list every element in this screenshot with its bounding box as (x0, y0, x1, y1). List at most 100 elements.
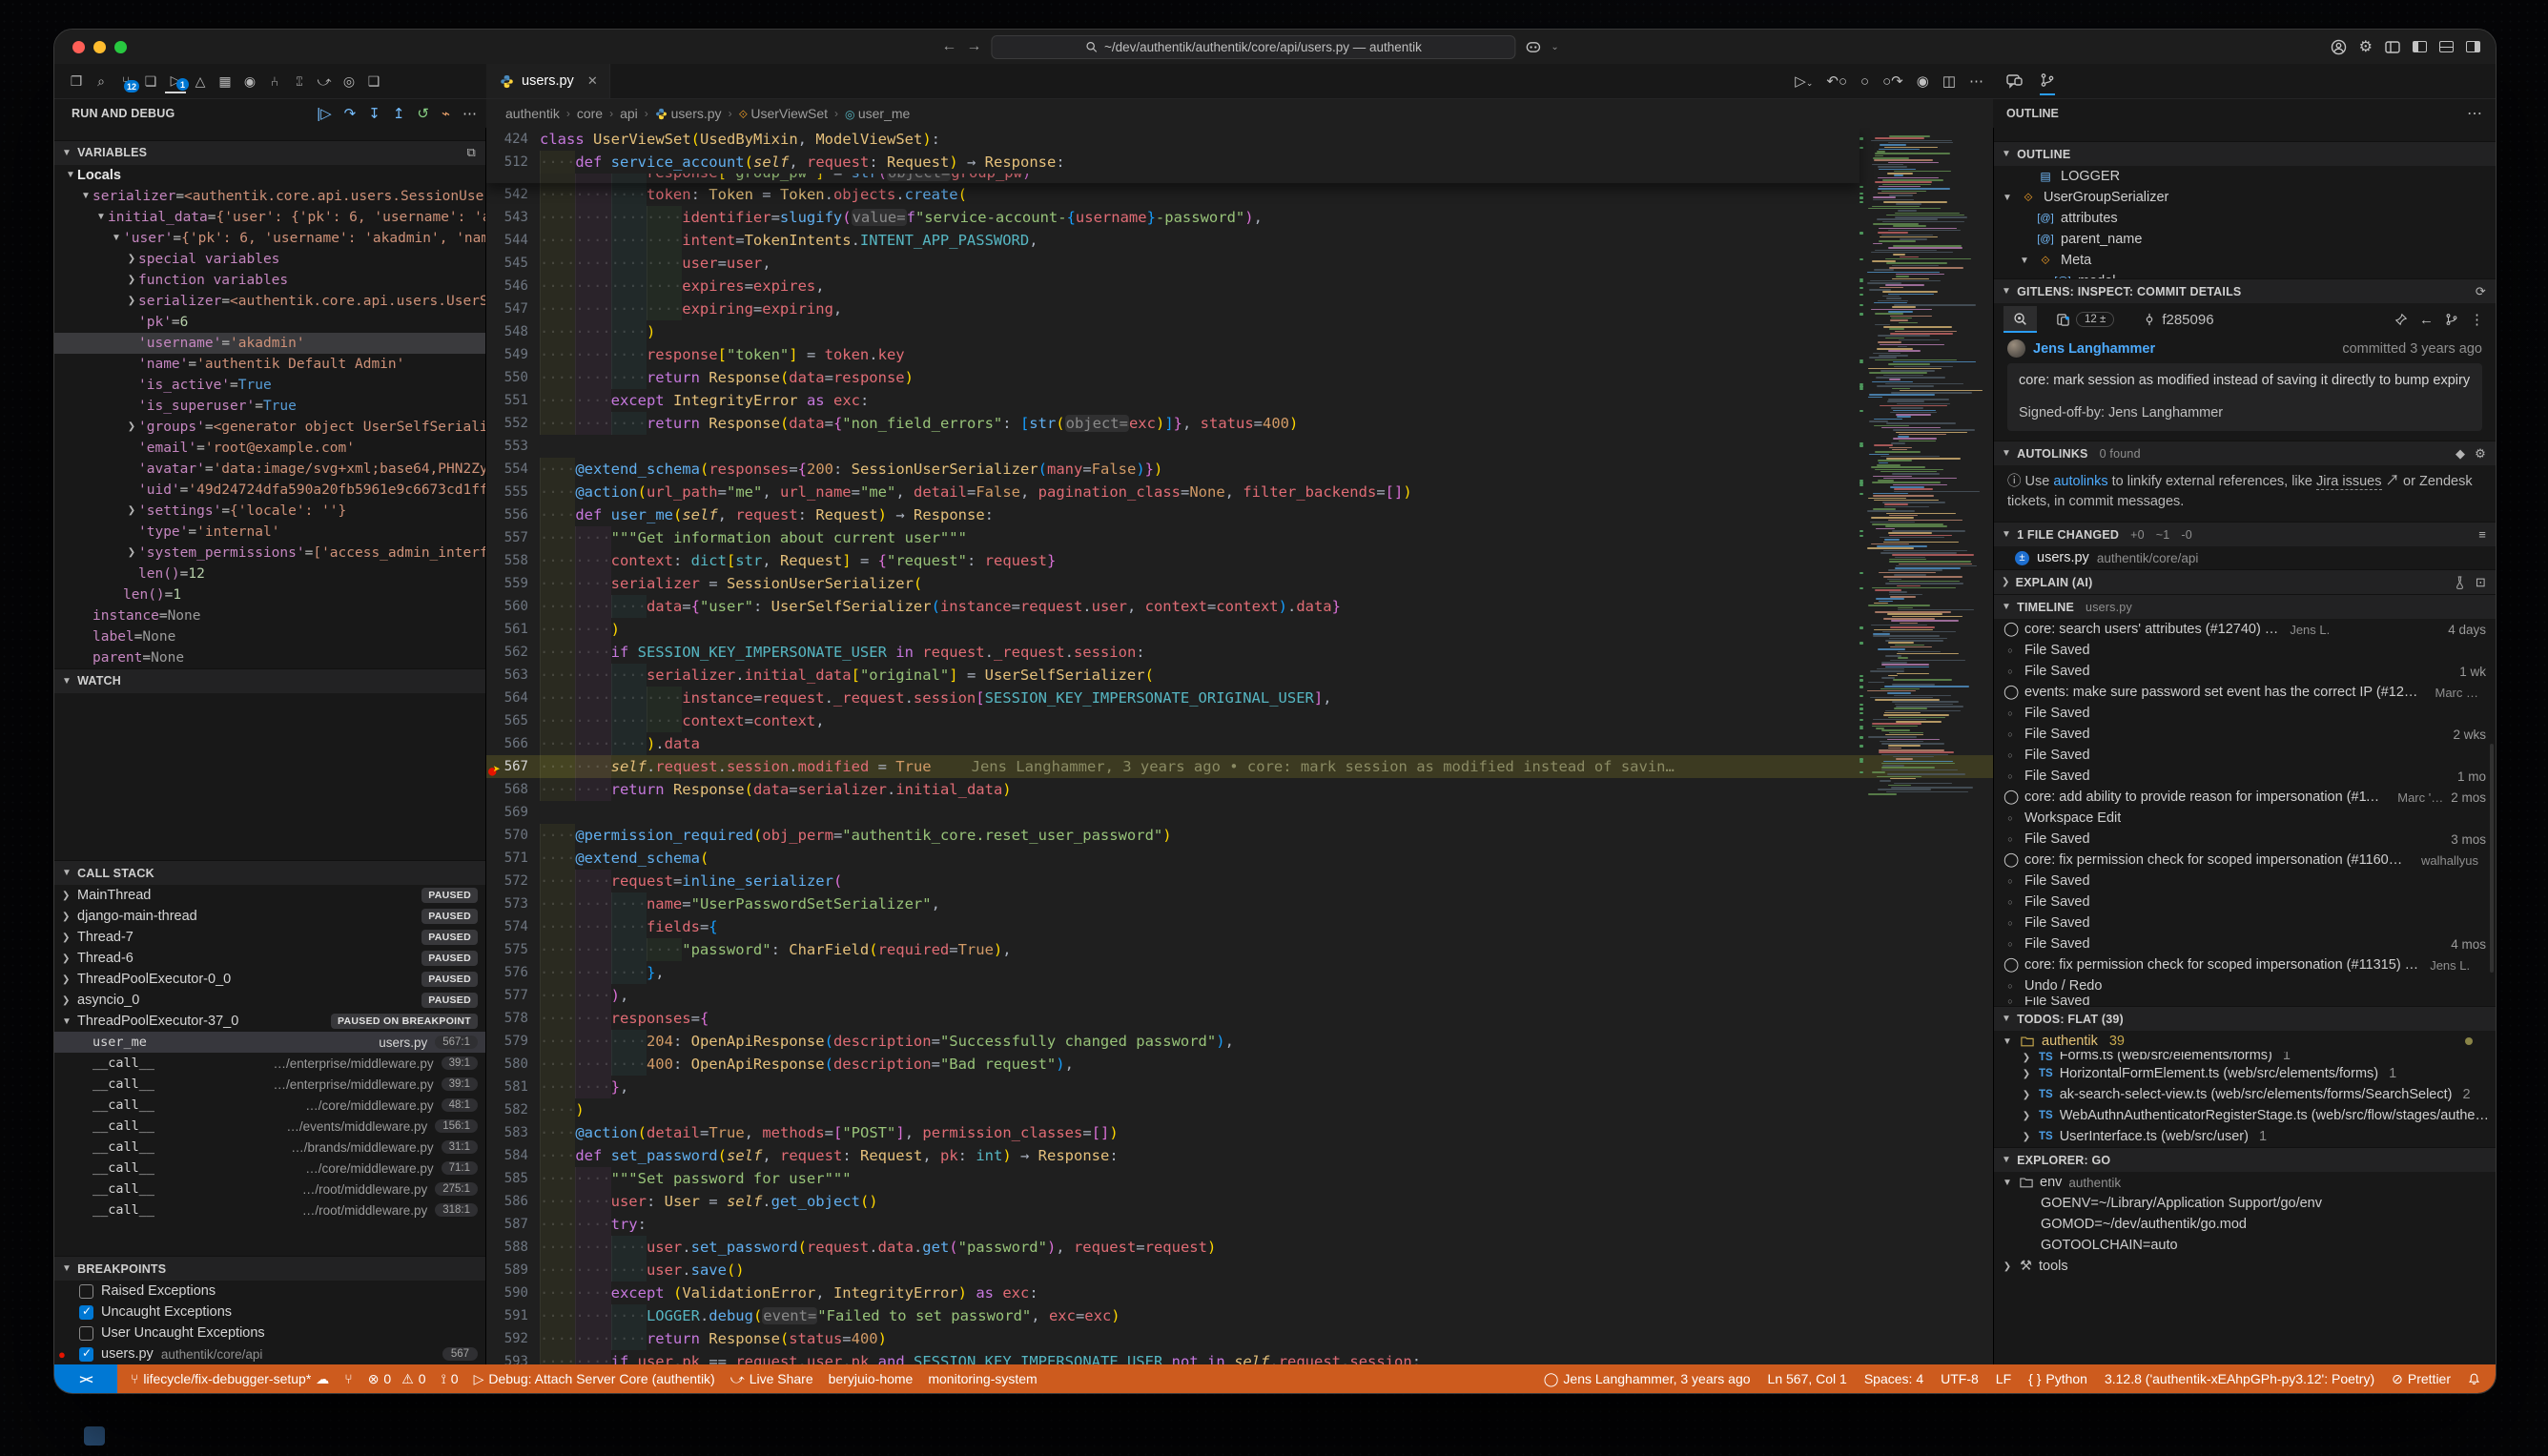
files-changed-tab[interactable]: 12 ± (2046, 306, 2124, 333)
variables-row[interactable]: ❯serializer = <authentik.core.api.users.… (54, 291, 485, 312)
view-as-list-icon[interactable]: ≡ (2478, 527, 2486, 542)
code-line[interactable]: 556····def user_me(self, request: Reques… (486, 503, 1993, 526)
code-line[interactable]: 568········return Response(data=serializ… (486, 778, 1993, 801)
code-line[interactable]: 574············fields={ (486, 915, 1993, 938)
zoom-window-button[interactable] (114, 41, 127, 53)
code-line[interactable]: 586········user: User = self.get_object(… (486, 1190, 1993, 1213)
toggle-primary-sidebar-icon[interactable] (2413, 41, 2427, 52)
breakpoint-row[interactable]: Uncaught Exceptions (54, 1302, 485, 1323)
notifications-bell-icon[interactable] (2468, 1372, 2480, 1385)
minimap[interactable] (1860, 128, 1988, 833)
outline-row[interactable]: [@]model (1994, 271, 2496, 278)
nav-forward-icon[interactable]: → (966, 38, 981, 55)
command-center-search[interactable]: ~/dev/authentik/authentik/core/api/users… (991, 35, 1515, 59)
todo-file-row[interactable]: ❯TSHorizontalFormElement.ts (web/src/ele… (1994, 1063, 2496, 1084)
code-line[interactable]: 589············user.save() (486, 1259, 1993, 1282)
code-line[interactable]: 548············) (486, 320, 1993, 343)
timeline-item[interactable]: ○File Saved (1994, 913, 2496, 933)
variables-row[interactable]: 'email' = 'root@example.com' (54, 438, 485, 459)
code-line[interactable]: 550············return Response(data=resp… (486, 366, 1993, 389)
timeline-item[interactable]: ◯core: fix permission check for scoped i… (1994, 850, 2496, 871)
live-share-icon[interactable]: ⤻ (314, 69, 335, 93)
code-line[interactable]: 424class UserViewSet(UsedByMixin, ModelV… (486, 128, 1860, 151)
callstack-frame-row[interactable]: __call__…/root/middleware.py318:1 (54, 1200, 485, 1220)
branch-icon[interactable] (2445, 313, 2458, 326)
gitlens-icon[interactable]: ⑄ (289, 69, 310, 93)
code-line[interactable]: 543················identifier=slugify(va… (486, 206, 1993, 229)
variables-row[interactable]: len() = 1 (54, 584, 485, 605)
watch-section-header[interactable]: ▼WATCH (54, 668, 485, 693)
step-back-icon[interactable]: ↶○ (1826, 72, 1847, 90)
callstack-thread-row[interactable]: ▼ThreadPoolExecutor-37_0PAUSED ON BREAKP… (54, 1011, 485, 1032)
status-item[interactable]: ⑂lifecycle/fix-debugger-setup*☁ (131, 1371, 329, 1387)
variables-row[interactable]: 'username' = 'akadmin' (54, 333, 485, 354)
breakpoint-checkbox[interactable] (79, 1305, 93, 1320)
callstack-frame-row[interactable]: __call__…/events/middleware.py156:1 (54, 1116, 485, 1137)
autolinks-gear-icon[interactable]: ⚙ (2475, 446, 2486, 461)
code-editor[interactable]: 542············token: Token = Token.obje… (486, 128, 1993, 1364)
timeline-item[interactable]: ○File Saved3 mos (1994, 829, 2496, 850)
code-line[interactable]: 572········request=inline_serializer( (486, 870, 1993, 892)
variables-row[interactable]: 'pk' = 6 (54, 312, 485, 333)
tab-users-py[interactable]: users.py ✕ (486, 64, 610, 98)
callstack-frame-row[interactable]: __call__…/core/middleware.py71:1 (54, 1158, 485, 1179)
commit-author-row[interactable]: Jens Langhammer committed 3 years ago (1994, 336, 2496, 361)
todo-file-row[interactable]: ❯TSForms.ts (web/src/elements/forms)1 (1994, 1052, 2496, 1063)
todos-root-row[interactable]: ▼authentik39 (1994, 1031, 2496, 1052)
code-line[interactable]: 571····@extend_schema( (486, 847, 1993, 870)
code-line[interactable]: 581········}, (486, 1076, 1993, 1098)
timeline-item[interactable]: ○File Saved1 wk (1994, 661, 2496, 682)
outline-row[interactable]: ▼⟐Meta (1994, 250, 2496, 271)
timeline-item[interactable]: ◯core: add ability to provide reason for… (1994, 787, 2496, 808)
timeline-item[interactable]: ○File Saved4 mos (1994, 933, 2496, 954)
timeline-item[interactable]: ◯core: search users' attributes (#12740)… (1994, 619, 2496, 640)
variables-row[interactable]: 'name' = 'authentik Default Admin' (54, 354, 485, 375)
code-line[interactable]: 583····@action(detail=True, methods=["PO… (486, 1121, 1993, 1144)
minimize-window-button[interactable] (93, 41, 106, 53)
timeline-item[interactable]: ○File Saved (1994, 996, 2496, 1006)
breadcrumb-item[interactable]: users.py (655, 106, 722, 121)
code-line[interactable]: 542············token: Token = Token.obje… (486, 183, 1993, 206)
status-item[interactable]: Spaces: 4 (1864, 1371, 1923, 1386)
code-line[interactable]: 585········"""Set password for user""" (486, 1167, 1993, 1190)
code-line[interactable]: 545················user=user, (486, 252, 1993, 275)
variables-row[interactable]: ❯function variables (54, 270, 485, 291)
code-line[interactable]: 544················intent=TokenIntents.I… (486, 229, 1993, 252)
panel-more-icon[interactable]: ⋯ (2467, 104, 2482, 123)
toggle-secondary-sidebar-icon[interactable] (2466, 41, 2480, 52)
variables-row[interactable]: 'uid' = '49d24724dfa590a20fb5961e9c6673c… (54, 480, 485, 501)
code-line[interactable]: 582····) (486, 1098, 1993, 1121)
step-forward-icon[interactable]: ○↷ (1882, 72, 1903, 90)
code-line[interactable]: 559········serializer = SessionUserSeria… (486, 572, 1993, 595)
timeline-item[interactable]: ○File Saved (1994, 892, 2496, 913)
status-item[interactable]: ⊗0⚠0 (368, 1371, 426, 1387)
status-item[interactable]: ▷Debug: Attach Server Core (authentik) (474, 1371, 715, 1387)
code-line[interactable]: 587········try: (486, 1213, 1993, 1236)
timeline-item[interactable]: ○File Saved2 wks (1994, 724, 2496, 745)
status-item[interactable]: beryjuio-home (829, 1371, 914, 1386)
callstack-frame-row[interactable]: __call__…/root/middleware.py275:1 (54, 1179, 485, 1200)
callstack-thread-row[interactable]: ❯ThreadPoolExecutor-0_0PAUSED (54, 969, 485, 990)
timeline-item[interactable]: ○File Saved (1994, 871, 2496, 892)
outline-section-header[interactable]: ▼OUTLINE (1994, 141, 2496, 166)
debug-step-over-icon[interactable]: ↷ (344, 105, 357, 122)
remote-explorer-icon[interactable]: ❏ (140, 69, 161, 93)
code-line[interactable]: 573············name="UserPasswordSetSeri… (486, 892, 1993, 915)
code-line[interactable]: 546················expires=expires, (486, 275, 1993, 297)
code-line[interactable]: 562········if SESSION_KEY_IMPERSONATE_US… (486, 641, 1993, 664)
explorer-go-row[interactable]: GOMOD=~/dev/authentik/go.mod (1994, 1214, 2496, 1235)
copy-icon[interactable]: ⧉ (467, 145, 476, 160)
kebab-menu-icon[interactable]: ⋮ (2470, 311, 2484, 328)
outline-row[interactable]: ▤LOGGER (1994, 166, 2496, 187)
variables-row[interactable]: 'is_superuser' = True (54, 396, 485, 417)
extensions-icon[interactable]: ▦ (215, 69, 236, 93)
status-item[interactable]: ⑂ (344, 1371, 352, 1386)
breadcrumb-item[interactable]: ◎ user_me (845, 106, 910, 121)
search-icon[interactable]: ⌕ (91, 69, 112, 93)
callstack-frame-row[interactable]: user_meusers.py567:1 (54, 1032, 485, 1053)
variables-row[interactable]: ▼serializer = <authentik.core.api.users.… (54, 186, 485, 207)
breakpoint-row[interactable]: Raised Exceptions (54, 1281, 485, 1302)
code-line[interactable]: 551········except IntegrityError as exc: (486, 389, 1993, 412)
debug-breakpoint-marker[interactable]: ●➤ (488, 758, 503, 773)
outline-row[interactable]: ▼⟐UserGroupSerializer (1994, 187, 2496, 208)
